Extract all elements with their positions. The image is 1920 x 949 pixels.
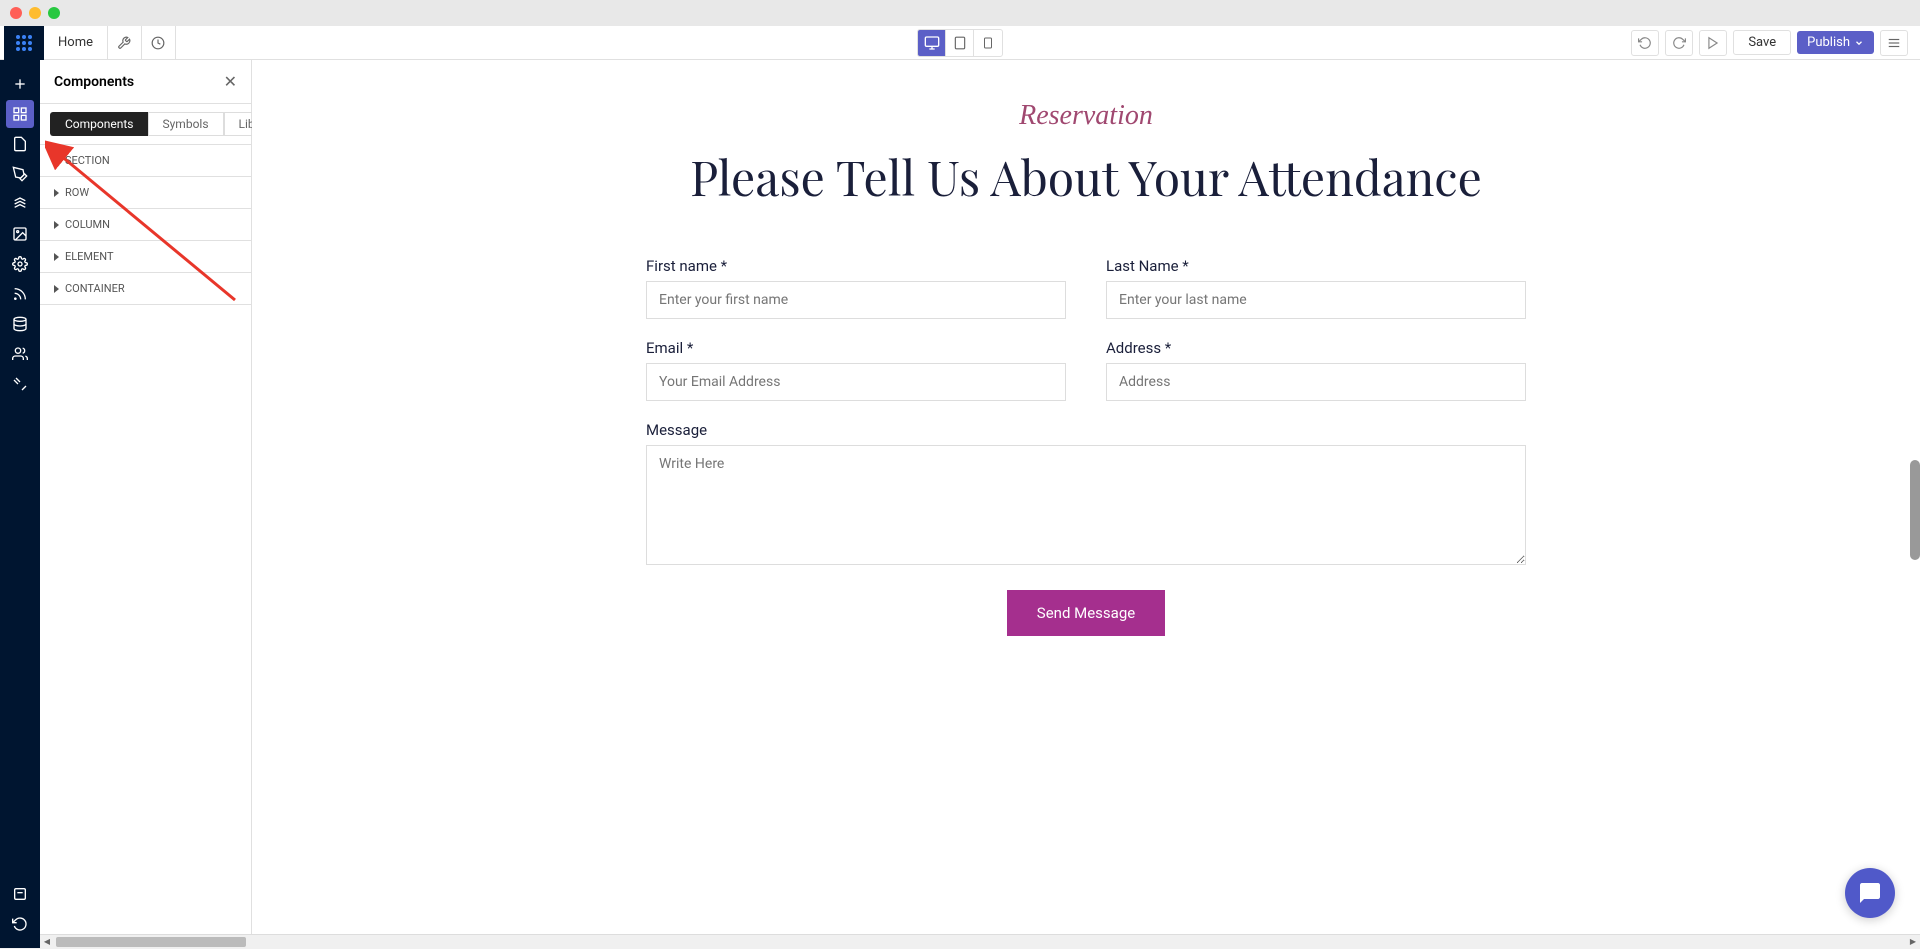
components-icon[interactable]	[6, 100, 34, 128]
window-chrome	[0, 0, 1920, 26]
main-area: Components ✕ Components Symbols Library …	[0, 60, 1920, 948]
panel-header: Components ✕	[40, 60, 251, 104]
component-label: CONTAINER	[65, 282, 125, 295]
app-logo[interactable]	[4, 26, 44, 60]
maximize-window-icon[interactable]	[48, 7, 60, 19]
scroll-thumb[interactable]	[56, 937, 246, 947]
scroll-track[interactable]	[56, 937, 1904, 947]
preview-button[interactable]	[1699, 30, 1727, 56]
add-icon[interactable]	[6, 70, 34, 98]
firstname-label: First name *	[646, 257, 1066, 275]
component-row[interactable]: ROW	[40, 177, 251, 209]
firstname-input[interactable]	[646, 281, 1066, 319]
message-label: Message	[646, 421, 1526, 439]
save-button[interactable]: Save	[1733, 30, 1791, 55]
message-textarea[interactable]	[646, 445, 1526, 565]
expand-icon	[54, 157, 59, 165]
toolbar-left: Home	[4, 26, 176, 59]
email-group: Email *	[646, 339, 1066, 401]
home-button[interactable]: Home	[44, 26, 108, 59]
undo-button[interactable]	[1631, 30, 1659, 56]
firstname-group: First name *	[646, 257, 1066, 319]
page-heading: Please Tell Us About Your Attendance	[646, 147, 1526, 207]
email-input[interactable]	[646, 363, 1066, 401]
expand-icon	[54, 285, 59, 293]
desktop-view-button[interactable]	[918, 30, 946, 56]
component-label: COLUMN	[65, 218, 110, 231]
component-label: ROW	[65, 186, 89, 199]
component-label: SECTION	[65, 154, 110, 167]
component-section[interactable]: SECTION	[40, 145, 251, 177]
canvas-area[interactable]: Reservation Please Tell Us About Your At…	[252, 60, 1920, 948]
left-rail	[0, 60, 40, 948]
layers-icon[interactable]	[6, 190, 34, 218]
expand-icon	[54, 189, 59, 197]
image-icon[interactable]	[6, 220, 34, 248]
mobile-view-button[interactable]	[974, 30, 1002, 56]
toolbar-right: Save Publish	[1631, 30, 1916, 56]
close-window-icon[interactable]	[10, 7, 22, 19]
form-page: Reservation Please Tell Us About Your At…	[646, 100, 1526, 636]
component-element[interactable]: ELEMENT	[40, 241, 251, 273]
horizontal-scrollbar[interactable]: ◀ ▶	[40, 934, 1920, 948]
lastname-label: Last Name *	[1106, 257, 1526, 275]
component-column[interactable]: COLUMN	[40, 209, 251, 241]
top-toolbar: Home Save Publish	[0, 26, 1920, 60]
chevron-down-icon	[1854, 38, 1864, 48]
minimize-window-icon[interactable]	[29, 7, 41, 19]
panel-title: Components	[54, 74, 134, 90]
email-label: Email *	[646, 339, 1066, 357]
chat-widget-button[interactable]	[1845, 868, 1895, 918]
panel-tabs: Components Symbols Library	[40, 104, 251, 144]
form-grid: First name * Last Name * Email * Address…	[646, 257, 1526, 565]
lastname-input[interactable]	[1106, 281, 1526, 319]
expand-icon	[54, 221, 59, 229]
pages-icon[interactable]	[6, 130, 34, 158]
component-container[interactable]: CONTAINER	[40, 273, 251, 305]
component-list: SECTION ROW COLUMN ELEMENT CONTAINER	[40, 144, 251, 305]
tab-elements[interactable]: Components	[50, 112, 148, 136]
component-label: ELEMENT	[65, 250, 114, 263]
address-label: Address *	[1106, 339, 1526, 357]
settings-icon[interactable]	[6, 250, 34, 278]
device-switcher	[917, 29, 1003, 57]
scroll-left-icon[interactable]: ◀	[40, 935, 54, 949]
help-icon[interactable]	[6, 880, 34, 908]
tab-symbols[interactable]: Symbols	[148, 112, 224, 136]
address-group: Address *	[1106, 339, 1526, 401]
close-panel-button[interactable]: ✕	[224, 72, 237, 91]
address-input[interactable]	[1106, 363, 1526, 401]
expand-icon	[54, 253, 59, 261]
database-icon[interactable]	[6, 310, 34, 338]
wrench-icon[interactable]	[108, 26, 142, 59]
message-group: Message	[646, 421, 1526, 565]
publish-label: Publish	[1807, 35, 1850, 50]
clock-icon[interactable]	[142, 26, 176, 59]
vertical-scrollbar[interactable]	[1910, 460, 1920, 560]
publish-button[interactable]: Publish	[1797, 31, 1874, 54]
lastname-group: Last Name *	[1106, 257, 1526, 319]
tablet-view-button[interactable]	[946, 30, 974, 56]
reservation-subtitle: Reservation	[646, 100, 1526, 132]
components-panel: Components ✕ Components Symbols Library …	[40, 60, 252, 948]
send-message-button[interactable]: Send Message	[1007, 590, 1165, 636]
menu-button[interactable]	[1880, 30, 1908, 56]
redo-button[interactable]	[1665, 30, 1693, 56]
users-icon[interactable]	[6, 340, 34, 368]
scroll-right-icon[interactable]: ▶	[1906, 935, 1920, 949]
canvas-content[interactable]: Reservation Please Tell Us About Your At…	[252, 60, 1920, 948]
tools-icon[interactable]	[6, 370, 34, 398]
history-icon[interactable]	[6, 910, 34, 938]
feed-icon[interactable]	[6, 280, 34, 308]
design-icon[interactable]	[6, 160, 34, 188]
